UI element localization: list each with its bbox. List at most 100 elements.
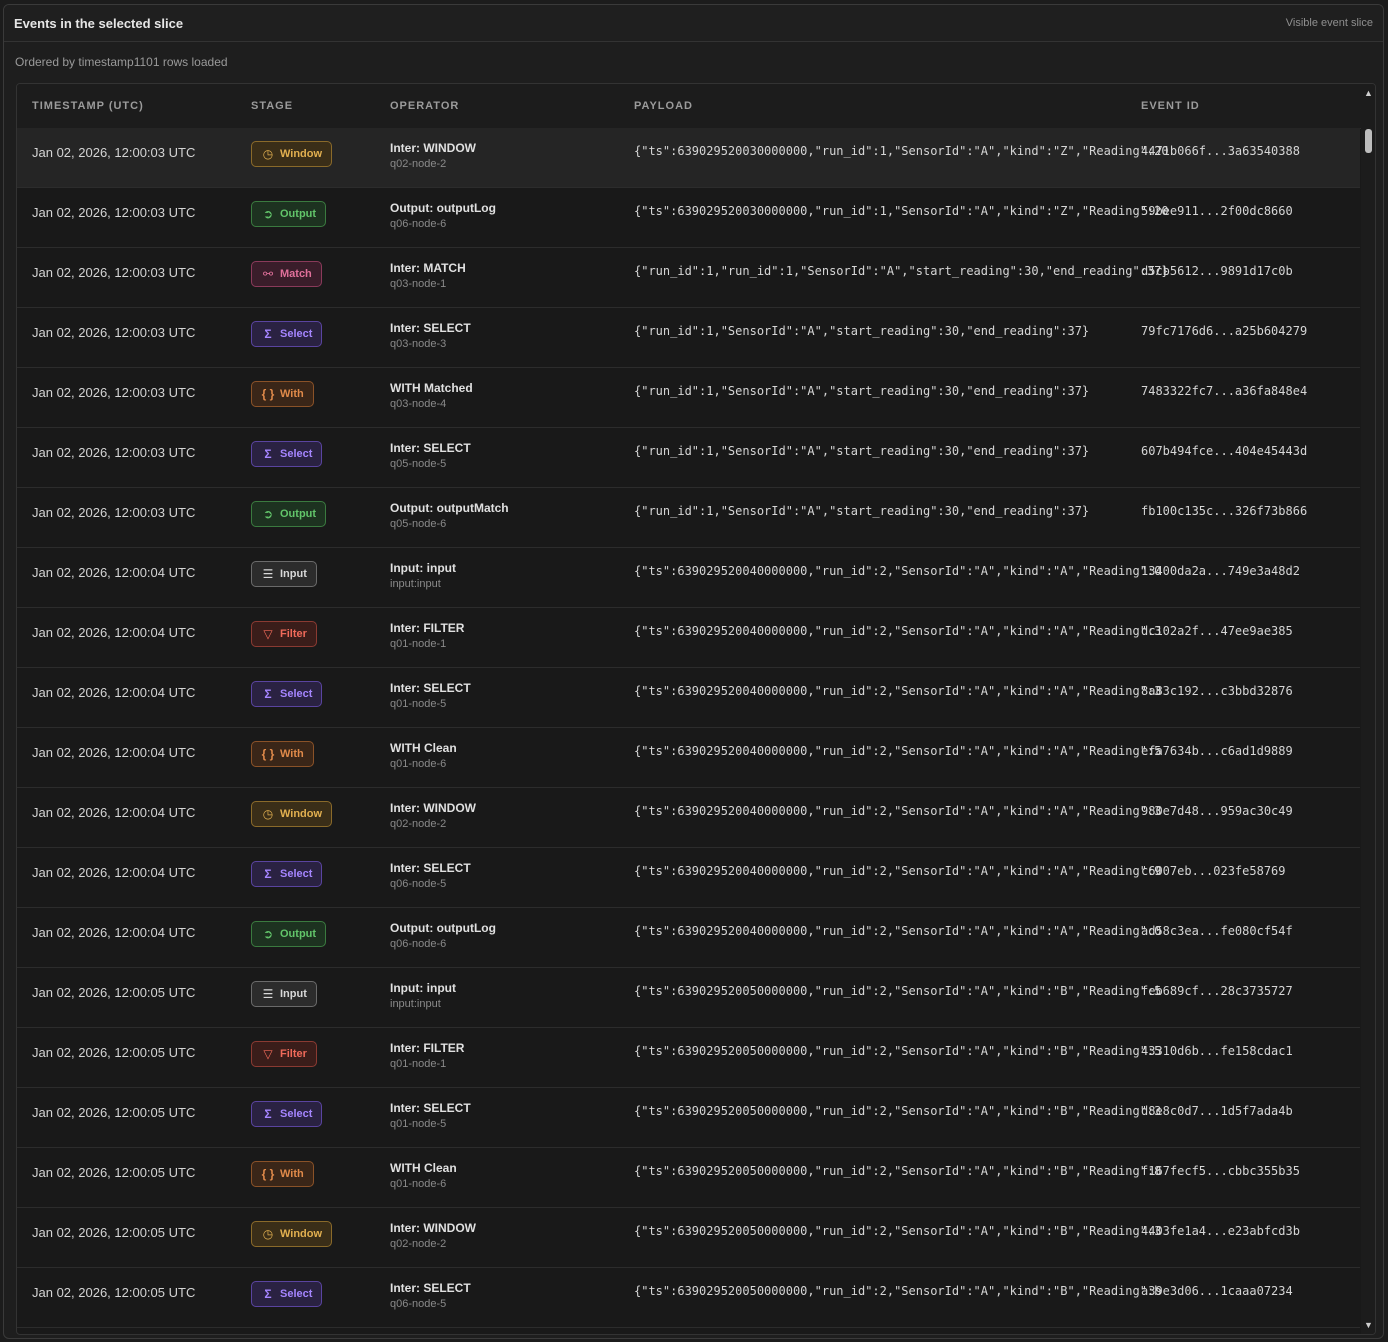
scrollbar[interactable]: ▲ ▼ [1361, 84, 1375, 1334]
stage-badge: Σ Select [251, 1281, 323, 1307]
operator-node: q05-node-6 [390, 518, 447, 530]
operator-cell: Inter: SELECT q03-node-3 [390, 321, 471, 350]
operator-name: WITH Clean [390, 741, 457, 755]
table-row[interactable]: Jan 02, 2026, 12:00:03 UTC ⚯ Match Inter: M… [17, 248, 1360, 308]
timestamp-cell: Jan 02, 2026, 12:00:03 UTC [32, 145, 196, 160]
table-row[interactable]: Jan 02, 2026, 12:00:05 UTC ◷ Window Inter: … [17, 1208, 1360, 1268]
sigma-icon: Σ [264, 327, 272, 341]
stage-label: Select [280, 868, 313, 880]
table-row[interactable]: Jan 02, 2026, 12:00:03 UTC Σ Select Inter: … [17, 428, 1360, 488]
table-row[interactable]: Jan 02, 2026, 12:00:05 UTC { } With WITH Cl… [17, 1148, 1360, 1208]
stage-cell: ☰ Input [251, 981, 317, 1007]
stage-cell: ➲ Output [251, 501, 327, 527]
table-row[interactable]: Jan 02, 2026, 12:00:04 UTC { } With WITH Cl… [17, 728, 1360, 788]
stage-label: Select [280, 688, 313, 700]
panel-header: Events in the selected slice Visible eve… [4, 5, 1383, 42]
event-id-cell: fb100c135c...326f73b866 [1141, 504, 1308, 518]
stage-label: Input [280, 568, 307, 580]
stage-badge: { } With [251, 1161, 314, 1187]
stage-badge: Σ Select [251, 1101, 323, 1127]
header-event-id[interactable]: Event ID [1141, 100, 1200, 112]
header-stage[interactable]: Stage [251, 100, 293, 112]
table-row[interactable]: Jan 02, 2026, 12:00:04 UTC ➲ Output Output:… [17, 908, 1360, 968]
timestamp-cell: Jan 02, 2026, 12:00:04 UTC [32, 565, 196, 580]
clock-icon: ◷ [262, 1227, 274, 1241]
arrow-circle-icon: ➲ [262, 927, 274, 941]
operator-node: q06-node-6 [390, 218, 447, 230]
operator-cell: Inter: WINDOW q02-node-2 [390, 801, 476, 830]
payload-cell: {"ts":639029520050000000,"run_id":2,"Sen… [634, 1284, 1162, 1298]
table-row[interactable]: Jan 02, 2026, 12:00:05 UTC Σ Select Inter: … [17, 1268, 1360, 1328]
payload-cell: {"ts":639029520030000000,"run_id":1,"Sen… [634, 204, 1169, 218]
table-row[interactable]: Jan 02, 2026, 12:00:03 UTC ➲ Output Output:… [17, 488, 1360, 548]
stage-badge: ▽ Filter [251, 621, 317, 647]
operator-cell: Inter: FILTER q01-node-1 [390, 1041, 464, 1070]
table-row[interactable]: Jan 02, 2026, 12:00:04 UTC ☰ Input Input: i… [17, 548, 1360, 608]
operator-cell: Output: outputLog q06-node-6 [390, 201, 496, 230]
header-payload[interactable]: Payload [634, 100, 693, 112]
stage-label: Output [280, 928, 317, 940]
scroll-up-icon[interactable]: ▲ [1364, 88, 1373, 98]
timestamp-cell: Jan 02, 2026, 12:00:03 UTC [32, 325, 196, 340]
operator-name: Output: outputLog [390, 201, 496, 215]
stage-badge: Σ Select [251, 321, 323, 347]
stage-label: Match [280, 268, 312, 280]
scrollbar-thumb[interactable] [1365, 129, 1372, 153]
payload-cell: {"ts":639029520040000000,"run_id":2,"Sen… [634, 624, 1162, 638]
operator-name: Inter: SELECT [390, 681, 471, 695]
panel-tag: Visible event slice [1285, 17, 1373, 29]
stage-label: Select [280, 1288, 313, 1300]
operator-node: q03-node-1 [390, 278, 447, 290]
payload-cell: {"ts":639029520040000000,"run_id":2,"Sen… [634, 744, 1162, 758]
table-row[interactable]: Jan 02, 2026, 12:00:03 UTC ◷ Window Inter: … [17, 128, 1360, 188]
braces-icon: { } [261, 1167, 275, 1181]
stage-cell: ◷ Window [251, 1221, 333, 1247]
operator-name: Inter: WINDOW [390, 1221, 476, 1235]
operator-name: Input: input [390, 981, 456, 995]
table-row[interactable]: Jan 02, 2026, 12:00:05 UTC ☰ Input Input: i… [17, 968, 1360, 1028]
events-table[interactable]: Timestamp (UTC) Stage Operator Payload E… [16, 83, 1376, 1335]
payload-cell: {"ts":639029520050000000,"run_id":2,"Sen… [634, 1164, 1162, 1178]
payload-cell: {"run_id":1,"SensorId":"A","start_readin… [634, 324, 1090, 338]
timestamp-cell: Jan 02, 2026, 12:00:05 UTC [32, 1045, 196, 1060]
stage-cell: { } With [251, 741, 314, 767]
table-row[interactable]: Jan 02, 2026, 12:00:04 UTC ◷ Window Inter: … [17, 788, 1360, 848]
table-row[interactable]: Jan 02, 2026, 12:00:03 UTC { } With WITH Ma… [17, 368, 1360, 428]
arrow-circle-icon: ➲ [262, 207, 274, 221]
stage-label: Window [280, 1228, 323, 1240]
payload-cell: {"run_id":1,"run_id":1,"SensorId":"A","s… [634, 264, 1169, 278]
operator-node: q05-node-5 [390, 458, 447, 470]
operator-name: Inter: MATCH [390, 261, 466, 275]
operator-node: q06-node-5 [390, 1298, 447, 1310]
operator-node: q01-node-6 [390, 758, 447, 770]
header-operator[interactable]: Operator [390, 100, 459, 112]
operator-cell: Input: input input:input [390, 981, 456, 1010]
table-row[interactable]: Jan 02, 2026, 12:00:03 UTC Σ Select Inter: … [17, 308, 1360, 368]
stage-cell: ◷ Window [251, 801, 333, 827]
timestamp-cell: Jan 02, 2026, 12:00:04 UTC [32, 925, 196, 940]
funnel-icon: ▽ [263, 1047, 273, 1061]
arrow-circle-icon: ➲ [262, 507, 274, 521]
table-row[interactable]: Jan 02, 2026, 12:00:04 UTC Σ Select Inter: … [17, 668, 1360, 728]
payload-cell: {"ts":639029520040000000,"run_id":2,"Sen… [634, 564, 1162, 578]
sigma-icon: Σ [264, 447, 272, 461]
operator-name: WITH Matched [390, 381, 473, 395]
operator-name: Input: input [390, 561, 456, 575]
table-row[interactable]: Jan 02, 2026, 12:00:04 UTC ▽ Filter Inter: … [17, 608, 1360, 668]
event-id-cell: efa7634b...c6ad1d9889 [1141, 744, 1293, 758]
table-row[interactable]: Jan 02, 2026, 12:00:04 UTC Σ Select Inter: … [17, 848, 1360, 908]
scroll-down-icon[interactable]: ▼ [1364, 1320, 1373, 1330]
table-row[interactable]: Jan 02, 2026, 12:00:05 UTC ▽ Filter Inter: … [17, 1028, 1360, 1088]
stage-badge: ◷ Window [251, 1221, 333, 1247]
event-id-cell: dc102a2f...47ee9ae385 [1141, 624, 1293, 638]
stage-badge: Σ Select [251, 681, 323, 707]
stage-cell: ⚯ Match [251, 261, 322, 287]
operator-cell: WITH Clean q01-node-6 [390, 741, 457, 770]
event-id-cell: f167fecf5...cbbc355b35 [1141, 1164, 1300, 1178]
event-id-cell: 607b494fce...404e45443d [1141, 444, 1308, 458]
event-id-cell: feb689cf...28c3735727 [1141, 984, 1293, 998]
header-timestamp[interactable]: Timestamp (UTC) [32, 100, 144, 112]
operator-cell: Inter: MATCH q03-node-1 [390, 261, 466, 290]
table-row[interactable]: Jan 02, 2026, 12:00:05 UTC Σ Select Inter: … [17, 1088, 1360, 1148]
table-row[interactable]: Jan 02, 2026, 12:00:03 UTC ➲ Output Output:… [17, 188, 1360, 248]
